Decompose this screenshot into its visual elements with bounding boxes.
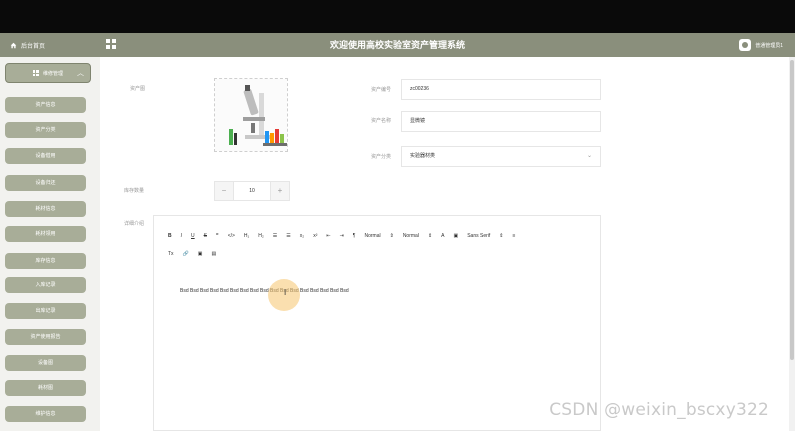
sidebar-section-label: 维修管理 (42, 70, 63, 77)
header-bar: 后台首页 欢迎使用高校实验室资产管理系统 普通管理员1 (0, 33, 795, 57)
stock-label: 库存数量 (124, 188, 145, 194)
code-label: 资产编号 (371, 87, 392, 93)
image-icon[interactable]: ▣ (198, 251, 203, 257)
sidebar-item-stock-info[interactable]: 库存信息 (5, 253, 86, 269)
sidebar-item-consumable-info[interactable]: 耗材信息 (5, 201, 86, 217)
photo-label: 资产图 (130, 86, 146, 92)
sidebar-item-usage-report[interactable]: 资产使用报告 (5, 329, 86, 345)
editor-toolbar-row-1: B I U S ❞ </> H₁ H₂ ☰ ☰ x₂ x² ⇤ ⇥ ¶ Normal ⇕ Normal ⇕ A ▣ San… (168, 230, 588, 241)
sidebar-item-outbound-records[interactable]: 出库记录 (5, 303, 86, 319)
asset-photo[interactable] (214, 78, 288, 152)
user-menu[interactable]: 普通管理员1 (739, 33, 783, 57)
page-scrollbar-thumb[interactable] (790, 60, 794, 360)
stock-quantity-stepper: − 10 + (214, 181, 290, 201)
bold-button[interactable]: B (168, 233, 172, 239)
chevron-down-icon: ⌄ (586, 153, 592, 159)
name-label: 资产名称 (371, 118, 392, 124)
stock-quantity-input[interactable]: 10 (234, 181, 270, 201)
asset-name-input[interactable]: 显微镜 (401, 111, 601, 132)
header2-button[interactable]: H₂ (258, 233, 264, 239)
background-color-button[interactable]: ▣ (453, 233, 458, 239)
sidebar-item-asset-info[interactable]: 资产信息 (5, 97, 86, 113)
video-icon[interactable]: ▤ (212, 251, 217, 257)
size-arrow-icon[interactable]: ⇕ (390, 233, 394, 239)
avatar (739, 39, 752, 51)
direction-button[interactable]: ¶ (353, 233, 356, 239)
detail-label: 详细介绍 (124, 221, 145, 227)
sidebar-item-asset-category[interactable]: 资产分类 (5, 122, 86, 138)
link-icon[interactable]: 🔗 (183, 251, 189, 257)
asset-category-select[interactable]: 实验器材类 ⌄ (401, 146, 601, 167)
sidebar-item-maintenance-info[interactable]: 维护信息 (5, 406, 86, 422)
text-color-button[interactable]: A (441, 233, 444, 239)
font-arrow-icon[interactable]: ⇕ (499, 233, 503, 239)
rich-text-editor[interactable]: B I U S ❞ </> H₁ H₂ ☰ ☰ x₂ x² ⇤ ⇥ ¶ Normal ⇕ Normal ⇕ A ▣ San… (153, 215, 601, 431)
user-label: 普通管理员1 (755, 42, 783, 49)
sidebar-section-maintenance[interactable]: 维修管理 ︿ (5, 63, 91, 83)
subscript-button[interactable]: x₂ (300, 233, 304, 239)
clean-format-button[interactable]: Tx (168, 251, 174, 257)
outdent-button[interactable]: ⇤ (326, 233, 330, 239)
microscope-lab-image (215, 79, 287, 151)
underline-button[interactable]: U (191, 233, 195, 239)
editor-toolbar-row-2: Tx 🔗 ▣ ▤ (168, 248, 588, 259)
watermark: CSDN @weixin_bscxy322 (549, 400, 769, 420)
editor-content[interactable]: Bsd Bsd Bsd Bsd Bsd Bsd Bsd Bsd Bsd Bsd … (180, 288, 349, 294)
sidebar-item-device-return[interactable]: 设备归还 (5, 175, 86, 191)
sidebar-item-inbound-records[interactable]: 入库记录 (5, 277, 86, 293)
sidebar-item-consumable-chart[interactable]: 耗材图 (5, 380, 86, 396)
strike-button[interactable]: S (204, 233, 207, 239)
editor-toolbar: B I U S ❞ </> H₁ H₂ ☰ ☰ x₂ x² ⇤ ⇥ ¶ Normal ⇕ Normal ⇕ A ▣ San… (168, 230, 588, 259)
increment-button[interactable]: + (270, 181, 290, 201)
italic-button[interactable]: I (181, 233, 182, 239)
category-label: 资产分类 (371, 154, 392, 160)
ordered-list-button[interactable]: ☰ (273, 233, 277, 239)
asset-code-input[interactable]: zc00236 (401, 79, 601, 100)
indent-button[interactable]: ⇥ (340, 233, 344, 239)
sidebar-item-device-chart[interactable]: 设备图 (5, 355, 86, 371)
sidebar-item-consumable-use[interactable]: 耗材领用 (5, 226, 86, 242)
window-top-bar (0, 0, 795, 33)
bullet-list-button[interactable]: ☰ (286, 233, 290, 239)
chevron-up-icon: ︿ (77, 70, 84, 77)
header-select[interactable]: Normal (403, 233, 419, 239)
system-title: 欢迎使用高校实验室资产管理系统 (329, 40, 465, 50)
header1-button[interactable]: H₁ (244, 233, 249, 239)
decrement-button[interactable]: − (214, 181, 234, 201)
text-cursor-icon: I (284, 288, 287, 297)
grid-icon (32, 70, 39, 76)
quote-button[interactable]: ❞ (216, 233, 219, 239)
sidebar: 维修管理 ︿ 资产信息 资产分类 设备借用 设备归还 耗材信息 耗材领用 库存信… (0, 57, 100, 431)
header-arrow-icon[interactable]: ⇕ (428, 233, 432, 239)
sidebar-item-device-borrow[interactable]: 设备借用 (5, 148, 86, 164)
size-select[interactable]: Normal (364, 233, 380, 239)
align-button[interactable]: ≡ (513, 233, 516, 239)
code-button[interactable]: </> (228, 233, 235, 239)
font-select[interactable]: Sans Serif (467, 233, 490, 239)
asset-category-value: 实验器材类 (410, 153, 436, 159)
superscript-button[interactable]: x² (313, 233, 317, 239)
